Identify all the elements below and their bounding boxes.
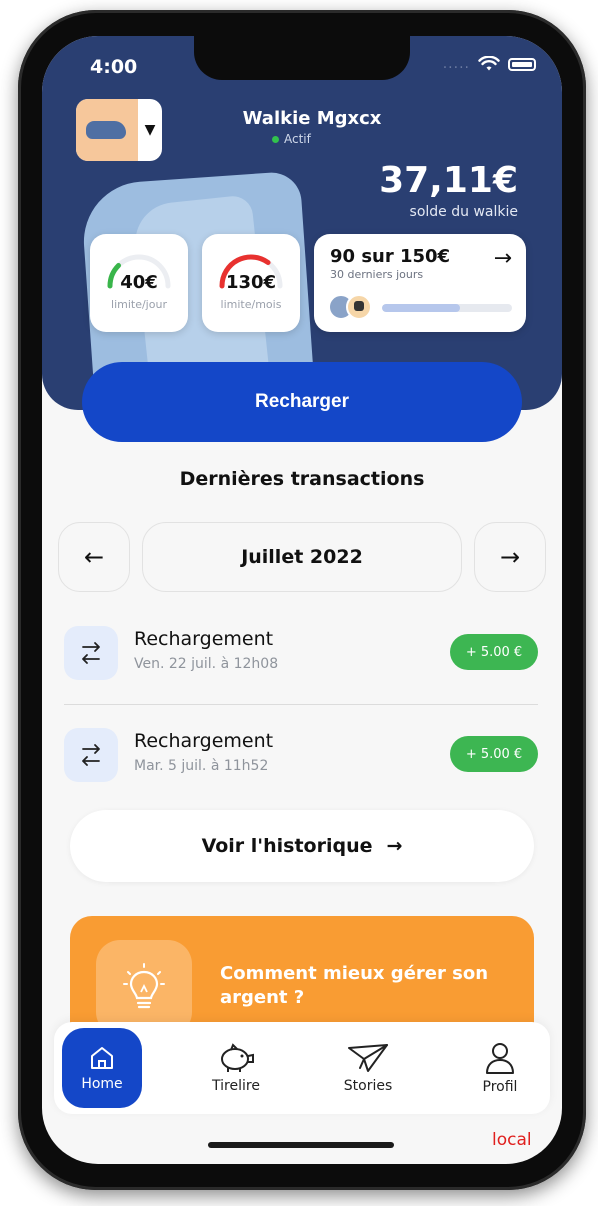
nav-profil-label: Profil [482,1079,518,1095]
nav-profil[interactable]: Profil [460,1028,540,1108]
arrow-right-icon: → [386,835,403,857]
transaction-row[interactable]: Rechargement Ven. 22 juil. à 12h08 + 5.0… [62,624,538,694]
status-icons: ..... [443,56,536,72]
environment-label: local [492,1130,532,1150]
view-history-button[interactable]: Voir l'historique → [70,810,534,882]
transaction-date: Mar. 5 juil. à 11h52 [134,758,269,774]
whale-icon [86,121,126,139]
balance-label: solde du walkie [409,204,518,220]
walkie-status-label: Actif [284,132,311,146]
transactions-section-title: Dernières transactions [179,468,425,490]
monthly-limit-label: limite/mois [220,298,282,311]
walkie-switcher-button[interactable]: ▼ [76,99,162,161]
recharge-button[interactable]: Recharger [82,362,522,442]
active-status-dot [272,135,279,143]
money-tip-text: Comment mieux gérer son argent ? [220,963,489,1008]
home-indicator [208,1142,394,1148]
header-background [42,36,562,410]
transaction-row[interactable]: Rechargement Mar. 5 juil. à 11h52 + 5.00… [62,726,538,796]
arrow-right-icon: → [493,246,512,271]
spending-progress-card[interactable]: 90 sur 150€ 30 derniers jours → [314,234,526,332]
user-icon [486,1043,514,1074]
previous-month-button[interactable]: ← [58,522,130,592]
spending-progress-bar [382,304,512,312]
piggy-bank-icon [221,1043,254,1072]
transaction-amount-badge: + 5.00 € [450,634,538,670]
transaction-title: Rechargement [134,628,274,650]
app-screen: 4:00 ..... ▼ Walkie Mgxcx Actif 37,11€ s… [42,36,562,1164]
spending-progress-title: 90 sur 150€ [330,246,451,267]
arrow-left-icon: ← [83,543,105,571]
panda-mini-avatar [346,294,372,320]
nav-home-label: Home [81,1076,123,1092]
wifi-icon [478,56,500,71]
nav-home[interactable]: Home [62,1028,142,1108]
progress-avatars [328,294,372,320]
nav-tirelire[interactable]: Tirelire [196,1028,276,1108]
bottom-navigation: Home Tirelire Stories Profil [54,1022,550,1114]
paper-plane-icon [348,1044,388,1072]
transfer-arrows-icon [64,626,118,680]
device-notch [194,36,410,80]
walkie-name: Walkie Mgxcx [242,108,382,129]
signal-icon: ..... [442,56,470,72]
walkie-status: Actif [272,132,311,146]
transfer-arrows-icon [64,728,118,782]
arrow-right-icon: → [499,543,521,571]
chevron-down-icon: ▼ [144,122,156,138]
daily-limit-label: limite/jour [111,298,167,311]
transaction-date: Ven. 22 juil. à 12h08 [134,656,279,672]
monthly-limit-value: 130€ [225,272,277,293]
nav-stories-label: Stories [343,1078,393,1094]
daily-limit-value: 40€ [120,272,158,293]
next-month-button[interactable]: → [474,522,546,592]
spending-progress-period: 30 derniers jours [330,268,424,281]
current-month-label: Juillet 2022 [142,522,462,592]
walkie-avatar [76,99,138,161]
balance-amount: 37,11€ [379,160,518,201]
daily-limit-card[interactable]: 40€ limite/jour [90,234,188,332]
transaction-amount-badge: + 5.00 € [450,736,538,772]
battery-icon [508,57,536,71]
monthly-limit-card[interactable]: 130€ limite/mois [202,234,300,332]
view-history-label: Voir l'historique [201,835,373,857]
nav-tirelire-label: Tirelire [212,1078,260,1094]
home-icon [91,1047,113,1069]
transaction-divider [64,704,538,705]
status-time: 4:00 [90,56,138,78]
transaction-title: Rechargement [134,730,274,752]
spending-progress-fill [382,304,460,312]
nav-stories[interactable]: Stories [328,1028,408,1108]
